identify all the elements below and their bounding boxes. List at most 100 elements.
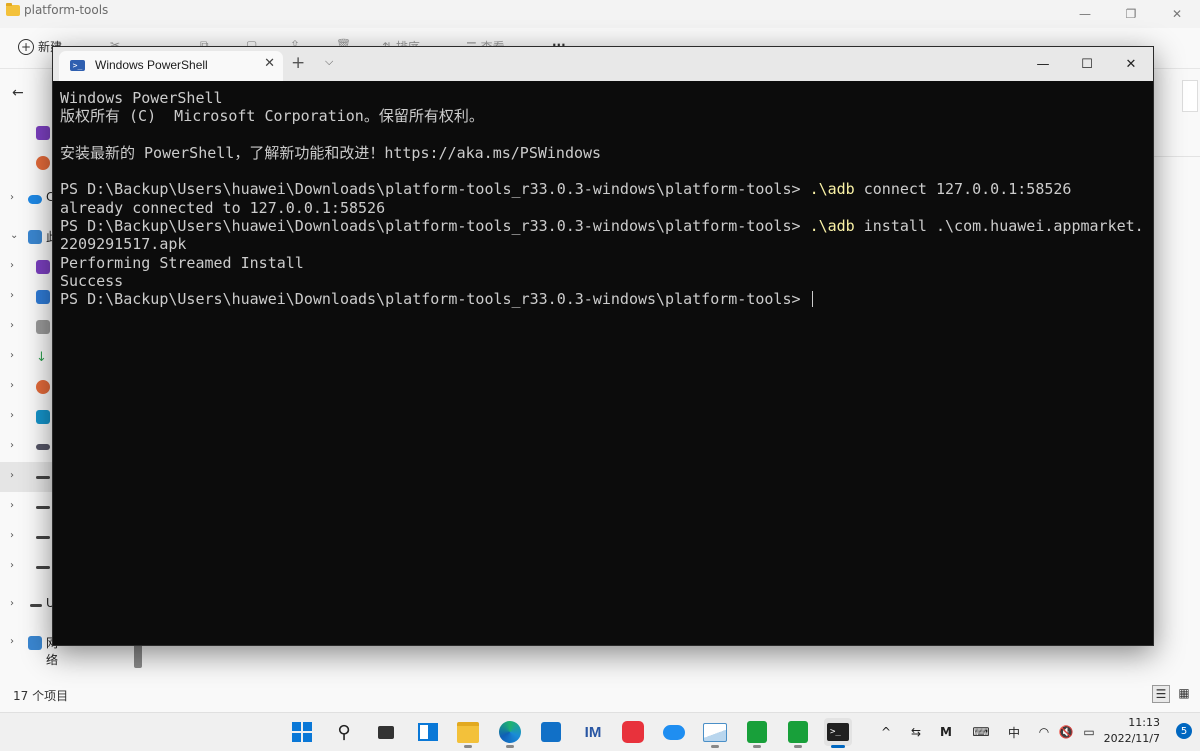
tab-close-icon[interactable]: ✕ [264, 56, 275, 71]
sidebar-item-9[interactable]: › [0, 432, 52, 462]
cloud-button[interactable] [660, 718, 688, 746]
sidebar-item-6[interactable]: › ↓ [0, 342, 52, 372]
drive-icon [36, 444, 50, 450]
prompt-text: PS D:\Backup\Users\huawei\Downloads\plat… [60, 217, 810, 236]
powershell-icon: >_ [70, 60, 85, 71]
taskbar: ⚲ IM >_ ^ ⇆ M ⌨ 中 ◠ 🔇 ▭ 11:13 2022/11/7 … [0, 712, 1200, 751]
videos-icon [36, 126, 50, 140]
system-clock[interactable]: 11:13 2022/11/7 [1104, 715, 1160, 747]
chevron-right-icon: › [10, 560, 14, 571]
chevron-right-icon: › [10, 380, 14, 391]
search-icon: ⚲ [337, 721, 351, 743]
sidebar-item-usb[interactable]: › U [0, 590, 55, 620]
task-view-button[interactable] [372, 718, 400, 746]
sidebar-item-4[interactable]: › [0, 282, 52, 312]
file-explorer-taskbar-button[interactable] [454, 718, 482, 748]
input-method-indicator[interactable]: 中 [1004, 713, 1024, 751]
sidebar-item-13[interactable]: › [0, 552, 52, 582]
chevron-right-icon: › [10, 410, 14, 421]
terminal-output[interactable]: Windows PowerShell 版权所有 (C) Microsoft Cor… [60, 89, 1145, 637]
sidebar-item-3[interactable]: › [0, 252, 52, 282]
folder-icon [6, 2, 20, 16]
drive-icon [36, 476, 50, 479]
sidebar-item-music[interactable] [0, 148, 52, 178]
sidebar-item-10[interactable]: › [0, 462, 52, 492]
close-icon[interactable]: ✕ [1109, 47, 1153, 81]
command-text: .\adb [809, 217, 855, 236]
sidebar-item-5[interactable]: › [0, 312, 52, 342]
explorer-title: platform-tools [6, 2, 109, 17]
running-indicator [506, 745, 514, 748]
settings-sliders-icon[interactable]: ⇆ [906, 713, 926, 751]
terminal-line: 版权所有 (C) Microsoft Corporation。保留所有权利。 [60, 107, 484, 126]
word-button[interactable]: IM [579, 718, 607, 746]
back-arrow-icon[interactable]: ← [12, 85, 24, 101]
green-app-button[interactable] [743, 718, 771, 748]
store-icon [541, 722, 561, 742]
edge-icon [499, 721, 521, 743]
text-cursor [811, 291, 813, 308]
chevron-right-icon: › [10, 530, 14, 541]
downloads-icon: ↓ [36, 350, 47, 365]
prompt-text: PS D:\Backup\Users\huawei\Downloads\plat… [60, 290, 810, 309]
volume-muted-icon[interactable]: 🔇 [1056, 713, 1076, 751]
terminal-line: 2209291517.apk [60, 235, 187, 254]
drive-icon [36, 506, 50, 509]
appgallery-button[interactable] [619, 718, 647, 746]
onedrive-icon [28, 195, 42, 204]
battery-icon[interactable]: ▭ [1078, 713, 1100, 751]
new-tab-plus-icon[interactable]: + [291, 53, 305, 73]
network-icon [28, 636, 42, 650]
keyboard-icon[interactable]: ⌨ [970, 713, 992, 751]
minimize-icon[interactable]: — [1021, 47, 1065, 81]
chevron-right-icon: › [10, 636, 14, 647]
store-button[interactable] [537, 718, 565, 746]
sidebar-item-onedrive[interactable]: › C [0, 184, 54, 214]
explorer-window-controls: — ❐ ✕ [1062, 0, 1200, 28]
terminal-taskbar-button[interactable]: >_ [824, 718, 852, 748]
close-icon[interactable]: ✕ [1154, 0, 1200, 28]
sidebar-item-videos[interactable] [0, 118, 52, 148]
notification-badge[interactable]: 5 [1176, 723, 1192, 739]
edge-button[interactable] [496, 718, 524, 748]
explorer-titlebar[interactable]: platform-tools — ❐ ✕ [0, 0, 1200, 28]
tiles-view-icon[interactable]: ▦ [1176, 685, 1192, 701]
terminal-tabbar[interactable]: >_ Windows PowerShell ✕ + ⌵ — ☐ ✕ [53, 47, 1153, 81]
tray-app-icon[interactable]: M [936, 713, 956, 751]
sidebar-item-this-pc[interactable]: ⌄ 此 [0, 222, 58, 252]
address-bar-edge [1182, 80, 1198, 112]
sidebar-item-12[interactable]: › [0, 522, 52, 552]
sidebar-item-network[interactable]: › 网络 [0, 628, 58, 667]
widgets-button[interactable] [414, 718, 442, 746]
item-count: 17 个项目 [13, 689, 69, 703]
show-hidden-icons-chevron-icon[interactable]: ^ [876, 713, 896, 751]
wifi-icon[interactable]: ◠ [1034, 713, 1054, 751]
pictures-icon [36, 290, 50, 304]
tab-windows-powershell[interactable]: >_ Windows PowerShell ✕ [59, 51, 283, 81]
restore-icon[interactable]: ❐ [1108, 0, 1154, 28]
terminal-icon: >_ [827, 723, 849, 741]
start-button[interactable] [288, 718, 316, 746]
green-app-2-button[interactable] [784, 718, 812, 748]
clock-date: 2022/11/7 [1103, 732, 1160, 745]
details-view-icon[interactable]: ☰ [1152, 685, 1170, 703]
explorer-title-text: platform-tools [24, 3, 109, 17]
minimize-icon[interactable]: — [1062, 0, 1108, 28]
command-args: connect 127.0.0.1:58526 [854, 180, 1072, 199]
task-view-icon [378, 725, 394, 739]
photo-button[interactable] [701, 718, 729, 748]
chevron-right-icon: › [10, 320, 14, 331]
running-indicator [711, 745, 719, 748]
sidebar-item-7[interactable]: › [0, 372, 52, 402]
search-button[interactable]: ⚲ [330, 718, 358, 746]
terminal-line: already connected to 127.0.0.1:58526 [60, 198, 386, 217]
chevron-down-icon[interactable]: ⌵ [325, 55, 333, 69]
computer-icon [28, 230, 42, 244]
maximize-icon[interactable]: ☐ [1065, 47, 1109, 81]
sidebar-item-8[interactable]: › [0, 402, 52, 432]
sidebar-item-11[interactable]: › [0, 492, 52, 522]
drive-icon [36, 536, 50, 539]
chevron-right-icon: › [10, 290, 14, 301]
terminal-line: Performing Streamed Install [60, 253, 304, 272]
